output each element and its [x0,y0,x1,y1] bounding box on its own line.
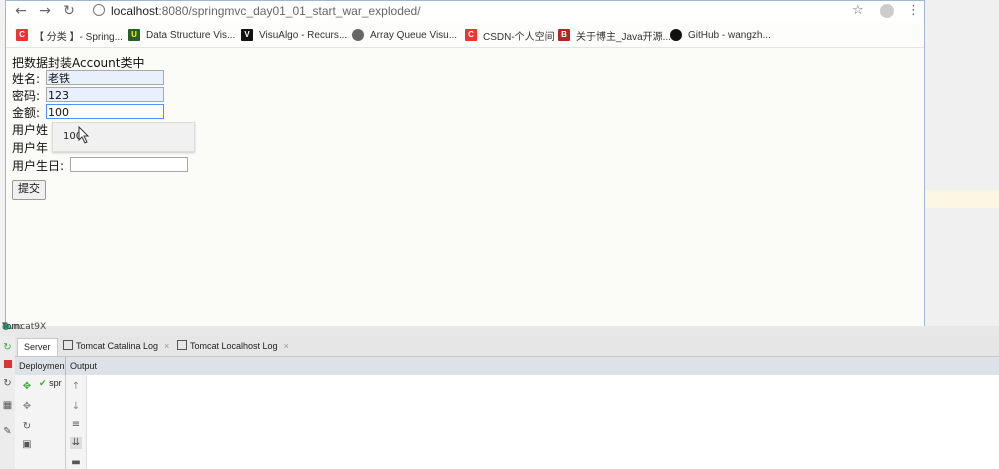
user-age-label: 用户年 [12,141,49,155]
password-label: 密码: [12,89,41,103]
deploy-item[interactable]: ✔ spr [39,378,62,389]
password-row: 密码: [12,87,40,104]
user-birthday-row: 用户生日: [12,157,64,174]
bookmark-item[interactable]: C CSDN-个人空间 [465,27,555,43]
undeploy-icon[interactable]: ✥ [21,401,33,413]
form-title: 把数据封装Account类中 [12,56,145,70]
bookmark-item[interactable]: C 【 分类 】- Spring... [16,27,123,43]
print-icon[interactable]: ▬ [70,457,82,469]
reload-button[interactable]: ↻ [60,2,78,20]
log-icon [177,340,187,350]
bookmark-label: VisuAlgo - Recurs... [259,29,348,41]
bookmark-label: CSDN-个人空间 [483,31,555,43]
arrow-down-icon[interactable]: ↓ [70,401,82,413]
pin-icon[interactable]: ✎ [2,426,13,437]
github-icon [670,29,682,41]
soft-wrap-icon[interactable]: ≡ [70,419,82,431]
arrow-up-icon[interactable]: ↑ [70,381,82,393]
name-label: 姓名: [12,72,41,86]
csdn-icon: C [16,29,28,41]
stop-icon[interactable] [2,360,13,371]
globe-icon [352,29,364,41]
autocomplete-dropdown[interactable]: 100 [52,122,195,152]
page-content: 把数据封装Account类中 姓名: 老铁 密码: 123 金额: 100 用户… [6,47,924,326]
bookmarks-bar: C 【 分类 】- Spring... U Data Structure Vis..… [6,25,924,45]
layout-icon[interactable]: ▦ [2,400,13,411]
run-tool-gutter: ↻ ↻ ▦ ✎ [0,336,16,469]
password-input[interactable]: 123 [46,87,164,102]
user-birthday-label: 用户生日: [12,159,65,173]
output-toolbar: ↑ ↓ ≡ ⇊ ▬ [66,375,87,469]
tab-localhost-log[interactable]: Tomcat Localhost Log × [171,338,295,355]
tab-server[interactable]: Server [17,338,58,356]
close-icon: × [164,341,170,351]
back-button[interactable]: ← [12,2,30,20]
ide-run-bar: Run: ● Tomcat9X [0,322,999,336]
user-name-row: 用户姓 [12,121,48,138]
bookmark-label: Data Structure Vis... [146,29,236,41]
log-icon [63,340,73,350]
money-input[interactable]: 100 [46,104,164,119]
blog-b-icon: B [558,29,570,41]
browser-menu-icon[interactable]: ⋮ [907,3,920,18]
restart-icon[interactable]: ↻ [2,378,13,389]
bookmark-item[interactable]: V VisuAlgo - Recurs... [241,27,347,43]
scroll-to-end-icon[interactable]: ⇊ [70,437,82,449]
name-row: 姓名: [12,70,40,87]
browser-window: ← → ↻ localhost:8080/springmvc_day01_01_… [5,0,925,326]
bookmark-item[interactable]: U Data Structure Vis... [128,27,235,43]
money-label: 金额: [12,106,41,120]
visualgo-icon: V [241,29,253,41]
bookmark-item[interactable]: B 关于博主_Java开源... [558,27,671,43]
check-icon: ✔ [39,378,47,388]
bookmark-item[interactable]: Array Queue Visu... [352,27,457,43]
url-host: localhost [111,4,159,18]
ide-line-highlight [925,190,999,208]
forward-button[interactable]: → [36,2,54,20]
user-name-label: 用户姓 [12,123,49,137]
url-path: :8080/springmvc_day01_01_start_war_explo… [158,4,421,18]
ide-editor-background [925,0,999,330]
output-panel: ↑ ↓ ≡ ⇊ ▬ [66,375,999,469]
output-header: Output [70,361,98,371]
submit-button[interactable]: 提交 [12,180,46,200]
money-row: 金额: [12,104,40,121]
server-log-tabs: Server Tomcat Catalina Log × Tomcat Local… [15,336,999,357]
divider [65,357,66,375]
panel-header: Deploymen Output [15,357,999,376]
bookmark-item[interactable]: GitHub - wangzh... [670,27,771,43]
usf-icon: U [128,29,140,41]
tab-catalina-log[interactable]: Tomcat Catalina Log × [57,338,175,355]
deployment-header: Deploymen [19,361,65,371]
bookmark-star-icon[interactable]: ☆ [852,3,864,18]
csdn-icon: C [465,29,477,41]
deploy-settings-icon[interactable]: ▣ [21,439,33,451]
address-bar[interactable]: localhost:8080/springmvc_day01_01_start_… [93,4,421,18]
mouse-cursor-icon [78,126,90,144]
refresh-icon[interactable]: ↻ [21,421,33,433]
user-age-row: 用户年 [12,139,48,156]
info-icon [93,4,105,16]
bookmark-label: GitHub - wangzh... [688,29,771,41]
bookmark-label: 【 分类 】- Spring... [34,31,123,43]
user-birthday-input[interactable] [70,157,188,172]
profile-avatar-icon[interactable] [880,4,894,22]
bookmark-label: Array Queue Visu... [370,29,458,41]
deploy-icon[interactable]: ✥ [21,381,33,393]
name-input[interactable]: 老铁 [46,70,164,85]
deployment-panel: ✥ ✥ ↻ ▣ ✔ spr [15,375,66,469]
browser-toolbar: ← → ↻ localhost:8080/springmvc_day01_01_… [6,1,924,23]
rerun-icon[interactable]: ↻ [2,342,13,353]
bookmark-label: 关于博主_Java开源... [576,31,672,43]
close-icon: × [283,341,289,351]
